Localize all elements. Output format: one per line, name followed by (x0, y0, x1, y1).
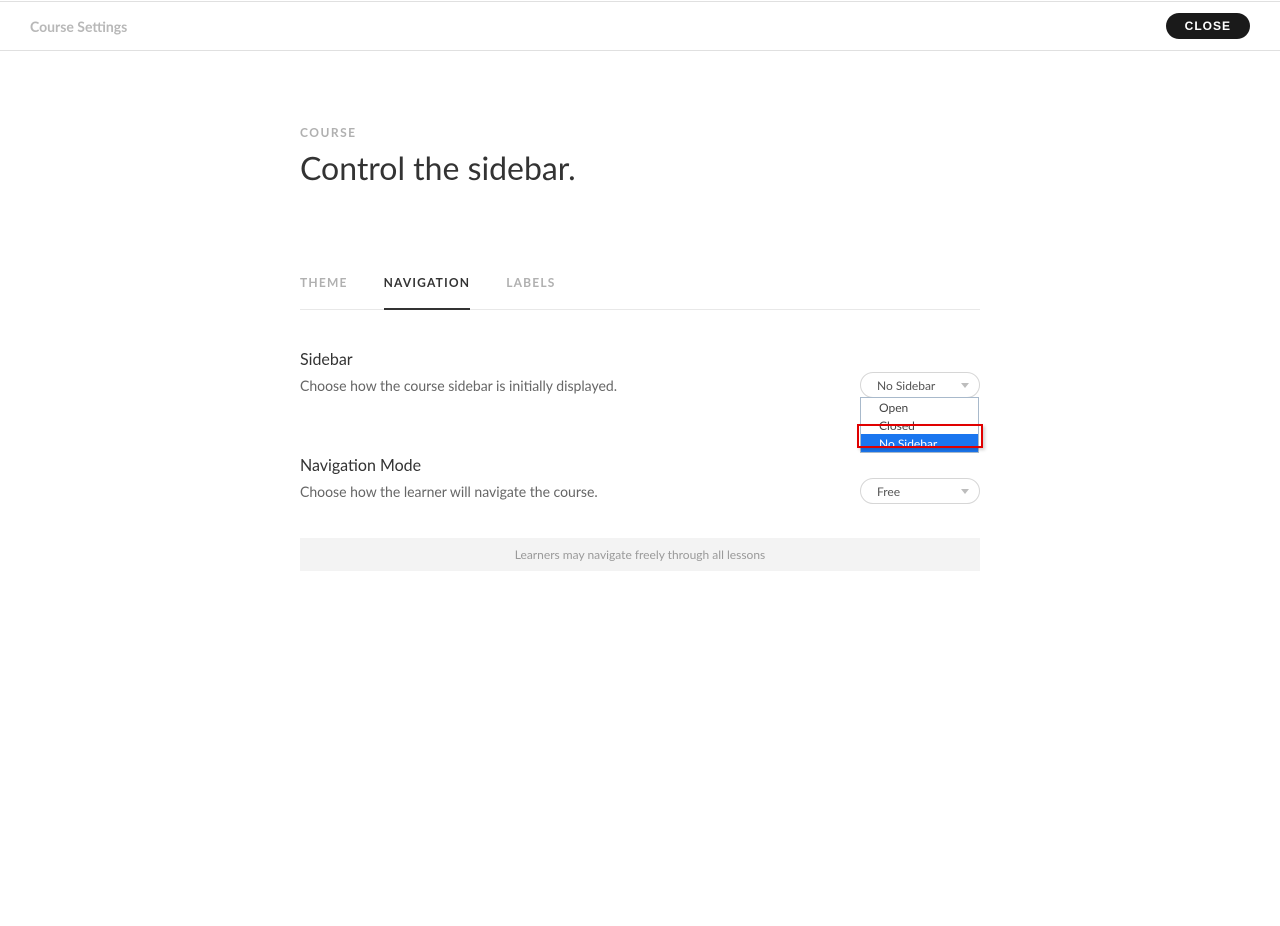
topbar: Course Settings CLOSE (0, 1, 1280, 51)
navigation-mode-section: Navigation Mode Choose how the learner w… (300, 456, 980, 571)
page-title: Control the sidebar. (300, 148, 980, 187)
navigation-mode-desc: Choose how the learner will navigate the… (300, 483, 860, 500)
sidebar-dropdown-value: No Sidebar (877, 378, 935, 393)
sidebar-dropdown-wrap: No Sidebar Open Closed No Sidebar (860, 372, 980, 398)
navigation-dropdown-value: Free (877, 484, 900, 499)
sidebar-section: Sidebar Choose how the course sidebar is… (300, 350, 980, 398)
chevron-down-icon (961, 383, 969, 388)
sidebar-option-no-sidebar[interactable]: No Sidebar (861, 434, 978, 452)
sidebar-option-closed[interactable]: Closed (861, 416, 978, 434)
sidebar-dropdown[interactable]: No Sidebar (860, 372, 980, 398)
sidebar-option-open[interactable]: Open (861, 398, 978, 416)
eyebrow-label: COURSE (300, 125, 980, 140)
sidebar-dropdown-menu: Open Closed No Sidebar (860, 397, 979, 453)
tab-navigation[interactable]: NAVIGATION (384, 275, 471, 310)
tab-labels[interactable]: LABELS (506, 275, 555, 310)
content-area: COURSE Control the sidebar. THEME NAVIGA… (300, 51, 980, 571)
sidebar-section-title: Sidebar (300, 350, 860, 369)
navigation-info-banner: Learners may navigate freely through all… (300, 538, 980, 571)
navigation-dropdown[interactable]: Free (860, 478, 980, 504)
navigation-mode-title: Navigation Mode (300, 456, 860, 475)
tabs: THEME NAVIGATION LABELS (300, 275, 980, 310)
close-button[interactable]: CLOSE (1166, 13, 1250, 39)
sidebar-section-desc: Choose how the course sidebar is initial… (300, 377, 860, 394)
tab-theme[interactable]: THEME (300, 275, 348, 310)
navigation-dropdown-wrap: Free (860, 478, 980, 504)
topbar-title: Course Settings (30, 18, 127, 35)
chevron-down-icon (961, 489, 969, 494)
